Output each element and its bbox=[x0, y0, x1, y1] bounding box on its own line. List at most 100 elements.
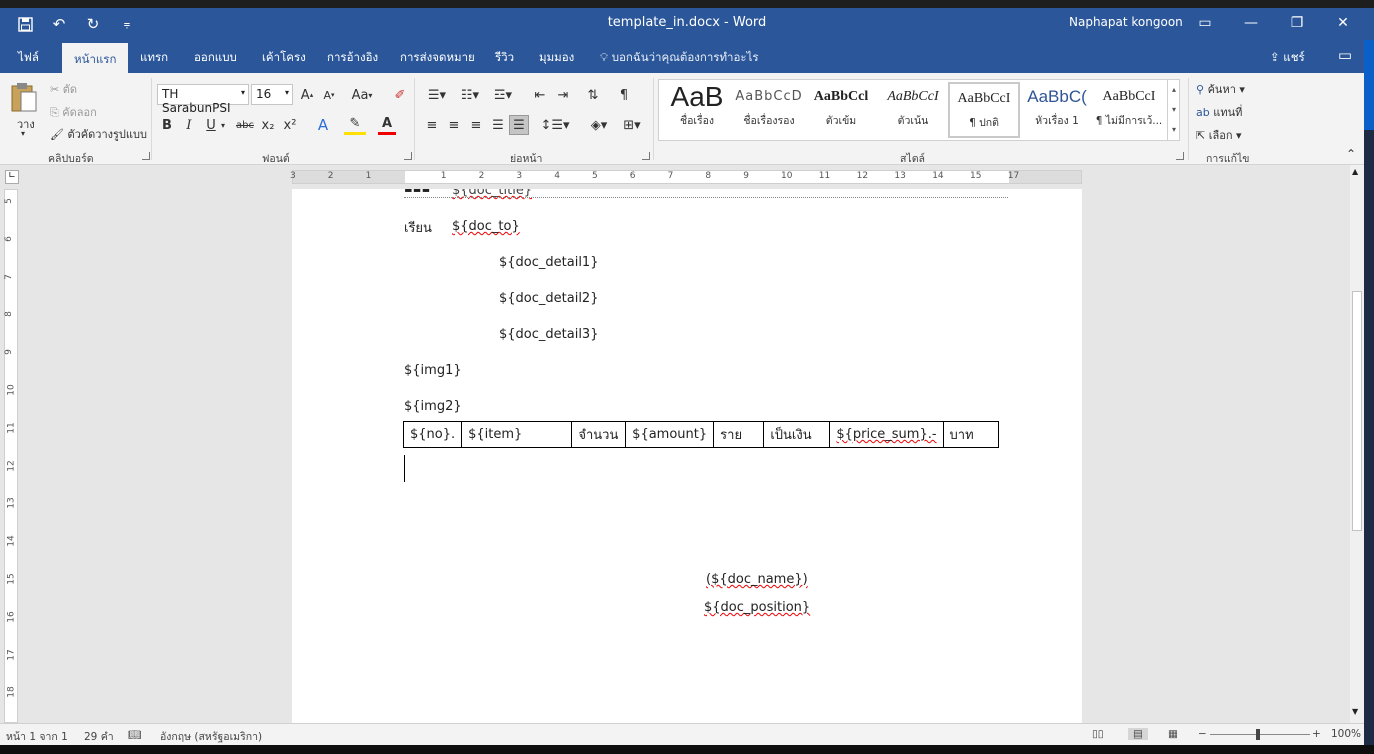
numbering-icon[interactable]: ☷▾ bbox=[455, 85, 485, 105]
style-strong[interactable]: AaBbCcl ตัวเข้ม bbox=[805, 82, 877, 138]
paste-label[interactable]: วาง bbox=[17, 115, 35, 133]
text-effects-icon[interactable]: A bbox=[312, 115, 334, 135]
line-spacing-icon[interactable]: ↕☰▾ bbox=[540, 115, 570, 135]
table-cell[interactable]: เป็นเงิน bbox=[763, 421, 831, 448]
replace-button[interactable]: ab แทนที่ bbox=[1196, 103, 1242, 121]
underline-button[interactable]: U bbox=[204, 115, 218, 135]
vertical-scrollbar[interactable]: ▲ ▼ bbox=[1350, 165, 1364, 723]
zoom-level[interactable]: 100% bbox=[1331, 728, 1361, 740]
tab-file[interactable]: ไฟล์ bbox=[18, 49, 39, 73]
table-cell[interactable]: ${price_sum}.- bbox=[829, 421, 944, 448]
zoom-in-icon[interactable]: + bbox=[1312, 728, 1321, 740]
paragraph-launcher-icon[interactable] bbox=[642, 152, 650, 160]
read-mode-icon[interactable]: ▯▯ bbox=[1092, 728, 1104, 740]
minimize-icon[interactable]: — bbox=[1236, 12, 1266, 34]
horizontal-ruler[interactable]: 3 2 1 1 2 3 4 5 6 7 8 9 10 11 12 13 14 15 17 bbox=[290, 170, 1082, 184]
highlight-icon[interactable]: ✎ bbox=[344, 115, 366, 135]
price-table[interactable]: ${no}. ${item} จำนวน ${amount} ราย เป็นเ… bbox=[402, 421, 1000, 448]
style-subtitle[interactable]: AaBbCcD ชื่อเรื่องรอง bbox=[733, 82, 805, 138]
scroll-thumb[interactable] bbox=[1352, 291, 1362, 531]
font-color-icon[interactable]: A bbox=[378, 115, 396, 135]
font-launcher-icon[interactable] bbox=[404, 152, 412, 160]
zoom-slider-thumb[interactable] bbox=[1256, 729, 1260, 740]
clipboard-launcher-icon[interactable] bbox=[142, 152, 150, 160]
comments-icon[interactable]: ▭ bbox=[1334, 45, 1356, 65]
align-center-icon[interactable]: ≡ bbox=[444, 115, 464, 135]
zoom-slider-track[interactable] bbox=[1210, 734, 1310, 735]
table-cell[interactable]: ${item} bbox=[461, 421, 573, 448]
style-no-spacing[interactable]: AaBbCcI ¶ ไม่มีการเว้... bbox=[1093, 82, 1165, 138]
vertical-ruler[interactable]: 5 6 7 8 9 10 11 12 13 14 15 16 17 18 bbox=[4, 189, 18, 723]
sort-icon[interactable]: ⇅ bbox=[583, 85, 603, 105]
print-layout-icon[interactable]: ▤ bbox=[1128, 728, 1148, 740]
separator bbox=[653, 78, 654, 160]
table-cell[interactable]: ${no}. bbox=[402, 421, 463, 448]
tab-mailings[interactable]: การส่งจดหมาย bbox=[400, 49, 475, 73]
style-emphasis[interactable]: AaBbCcI ตัวเน้น bbox=[877, 82, 949, 138]
align-left-icon[interactable]: ≡ bbox=[422, 115, 442, 135]
page-count[interactable]: หน้า 1 จาก 1 bbox=[6, 728, 68, 745]
zoom-out-icon[interactable]: − bbox=[1198, 728, 1207, 740]
copy-button[interactable]: ⎘ คัดลอก bbox=[50, 103, 97, 121]
scroll-up-icon[interactable]: ▲ bbox=[1352, 167, 1358, 176]
table-cell[interactable]: ราย bbox=[713, 421, 765, 448]
restore-icon[interactable]: ❐ bbox=[1282, 12, 1312, 34]
change-case-button[interactable]: Aa ▾ bbox=[348, 85, 376, 105]
clear-formatting-icon[interactable]: ✐ bbox=[390, 85, 410, 105]
bold-button[interactable]: B bbox=[160, 115, 174, 135]
shrink-font-icon[interactable]: A ▾ bbox=[320, 85, 338, 105]
table-cell[interactable]: ${amount} bbox=[625, 421, 715, 448]
style-heading1[interactable]: AaBbC( หัวเรื่อง 1 bbox=[1021, 82, 1093, 138]
borders-icon[interactable]: ⊞▾ bbox=[617, 115, 647, 135]
show-formatting-icon[interactable]: ¶ bbox=[614, 85, 634, 105]
tab-home[interactable]: หน้าแรก bbox=[62, 43, 129, 73]
tab-view[interactable]: มุมมอง bbox=[539, 49, 574, 73]
table-cell[interactable]: บาท bbox=[942, 421, 1000, 448]
tab-references[interactable]: การอ้างอิง bbox=[327, 49, 378, 73]
share-button[interactable]: ⇪ แชร์ bbox=[1270, 49, 1305, 67]
multilevel-list-icon[interactable]: ☲▾ bbox=[488, 85, 518, 105]
find-button[interactable]: ⚲ ค้นหา ▾ bbox=[1196, 80, 1245, 98]
superscript-button[interactable]: x² bbox=[282, 115, 298, 135]
increase-indent-icon[interactable]: ⇥ bbox=[553, 85, 573, 105]
style-title[interactable]: AaB ชื่อเรื่อง bbox=[661, 82, 733, 138]
table-cell[interactable]: จำนวน bbox=[571, 421, 627, 448]
shading-icon[interactable]: ◈▾ bbox=[584, 115, 614, 135]
tab-layout[interactable]: เค้าโครง bbox=[262, 49, 306, 73]
style-normal[interactable]: AaBbCcI ¶ ปกติ bbox=[948, 82, 1020, 138]
italic-button[interactable]: I bbox=[182, 115, 196, 135]
chevron-down-icon[interactable]: ▾ bbox=[218, 115, 228, 135]
tab-insert[interactable]: แทรก bbox=[140, 49, 168, 73]
ribbon-display-options-icon[interactable]: ▭ bbox=[1190, 12, 1220, 34]
paste-dropdown-icon[interactable]: ▾ bbox=[21, 129, 25, 138]
document-page[interactable]: ▪▪▪ ${doc_title} เรียน ${doc_to} ${doc_d… bbox=[292, 189, 1082, 723]
word-count[interactable]: 29 คำ bbox=[84, 728, 114, 745]
grow-font-icon[interactable]: A ▴ bbox=[298, 85, 316, 105]
user-name[interactable]: Naphapat kongoon bbox=[1069, 15, 1183, 29]
proofing-icon[interactable]: 📖︎ bbox=[128, 728, 141, 741]
strikethrough-button[interactable]: abc bbox=[234, 115, 256, 135]
decrease-indent-icon[interactable]: ⇤ bbox=[530, 85, 550, 105]
thai-distributed-icon[interactable]: ☰ bbox=[509, 115, 529, 135]
language-indicator[interactable]: อังกฤษ (สหรัฐอเมริกา) bbox=[160, 728, 262, 745]
gallery-scroll[interactable]: ▴ ▾ ▾ bbox=[1167, 80, 1180, 140]
web-layout-icon[interactable]: ▦ bbox=[1168, 728, 1178, 740]
cut-button[interactable]: ✂ ตัด bbox=[50, 80, 77, 98]
align-right-icon[interactable]: ≡ bbox=[466, 115, 486, 135]
select-button[interactable]: ⇱ เลือก ▾ bbox=[1196, 126, 1242, 144]
justify-icon[interactable]: ☰ bbox=[488, 115, 508, 135]
styles-launcher-icon[interactable] bbox=[1176, 152, 1184, 160]
tab-selector-icon[interactable]: ∟ bbox=[5, 170, 19, 184]
tab-design[interactable]: ออกแบบ bbox=[194, 49, 237, 73]
subscript-button[interactable]: x₂ bbox=[260, 115, 276, 135]
format-painter-button[interactable]: 🖌︎ ตัวคัดวางรูปแบบ bbox=[50, 125, 147, 143]
font-size-box[interactable]: 16 ▾ bbox=[251, 84, 293, 105]
tab-review[interactable]: รีวิว bbox=[495, 49, 514, 73]
collapse-ribbon-icon[interactable]: ⌃ bbox=[1346, 147, 1356, 161]
font-name-box[interactable]: TH SarabunPSI ▾ bbox=[157, 84, 249, 115]
close-icon[interactable]: ✕ bbox=[1328, 12, 1358, 34]
paste-icon[interactable] bbox=[8, 79, 40, 115]
scroll-down-icon[interactable]: ▼ bbox=[1352, 707, 1358, 716]
bullets-icon[interactable]: ☰▾ bbox=[422, 85, 452, 105]
tell-me-box[interactable]: 💡︎ บอกฉันว่าคุณต้องการทำอะไร bbox=[600, 49, 759, 67]
